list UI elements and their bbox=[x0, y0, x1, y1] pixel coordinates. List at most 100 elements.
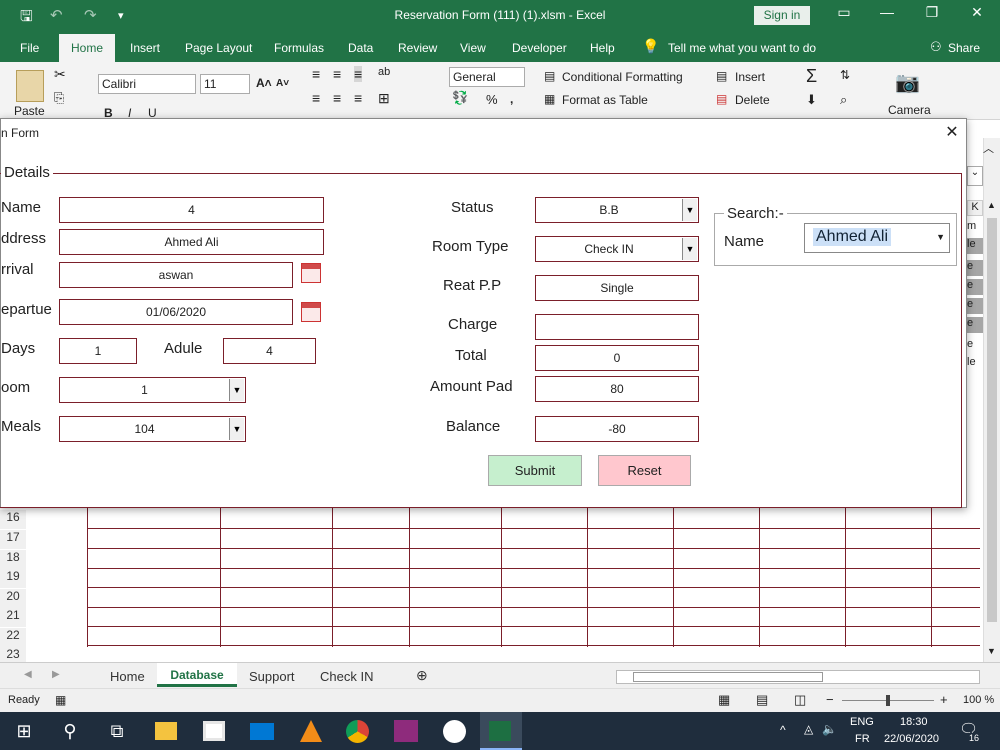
language-top[interactable]: ENG bbox=[850, 716, 874, 728]
merge-icon[interactable]: ⊞ bbox=[378, 90, 390, 107]
volume-icon[interactable]: 🔈 bbox=[822, 722, 837, 736]
hscroll-thumb[interactable] bbox=[633, 672, 823, 682]
minimize-button[interactable]: — bbox=[867, 4, 907, 20]
percent-icon[interactable]: % bbox=[486, 92, 498, 107]
find-icon[interactable]: ⌕ bbox=[840, 92, 847, 108]
tab-review[interactable]: Review bbox=[398, 41, 437, 55]
room-type-select[interactable]: Check IN ▼ bbox=[535, 236, 699, 262]
charge-field[interactable] bbox=[535, 314, 699, 340]
cell[interactable]: e bbox=[967, 317, 983, 333]
camera-label[interactable]: Camera bbox=[888, 103, 931, 117]
insert-icon[interactable]: ▤ bbox=[716, 69, 727, 83]
file-explorer-icon[interactable] bbox=[155, 722, 177, 740]
fill-icon[interactable]: ⬇ bbox=[806, 92, 817, 108]
search-icon[interactable]: ⚲ bbox=[58, 720, 82, 742]
align-bottom-icon[interactable]: ≡ bbox=[354, 66, 363, 82]
delete-icon[interactable]: ▤ bbox=[716, 92, 727, 106]
show-hidden-icons[interactable]: ^ bbox=[780, 723, 786, 737]
font-size-select[interactable]: 11 bbox=[200, 74, 250, 94]
collapse-ribbon-icon[interactable]: ︿ bbox=[983, 140, 994, 156]
tab-developer[interactable]: Developer bbox=[512, 41, 567, 55]
row-number[interactable]: 17 bbox=[0, 530, 26, 549]
zoom-level[interactable]: 100 % bbox=[963, 694, 994, 706]
sort-filter-icon[interactable]: ⇅ bbox=[840, 68, 850, 82]
row-number[interactable]: 16 bbox=[0, 510, 26, 529]
scroll-down-icon[interactable]: ▼ bbox=[987, 646, 996, 656]
normal-view-icon[interactable]: ▦ bbox=[718, 692, 730, 708]
row-number[interactable]: 22 bbox=[0, 628, 26, 647]
tab-help[interactable]: Help bbox=[590, 41, 615, 55]
conditional-formatting-icon[interactable]: ▤ bbox=[544, 69, 555, 83]
address-field[interactable]: Ahmed Ali bbox=[59, 229, 324, 255]
macro-record-icon[interactable]: ▦ bbox=[55, 693, 66, 707]
winrar-icon[interactable] bbox=[394, 720, 418, 742]
copy-icon[interactable]: ⎘ bbox=[54, 90, 64, 106]
vertical-scrollbar[interactable]: ▲ ▼ bbox=[983, 138, 1000, 662]
align-right-icon[interactable]: ≡ bbox=[354, 90, 362, 106]
tab-insert[interactable]: Insert bbox=[130, 41, 160, 55]
row-number[interactable]: 19 bbox=[0, 569, 26, 588]
next-sheet-icon[interactable]: ▶ bbox=[52, 669, 60, 680]
tab-file[interactable]: File bbox=[20, 41, 39, 55]
task-view-icon[interactable]: ⧉ bbox=[105, 720, 129, 742]
reset-button[interactable]: Reset bbox=[598, 455, 691, 486]
language-bottom[interactable]: FR bbox=[855, 733, 870, 745]
cell[interactable]: le bbox=[967, 356, 983, 372]
ribbon-display-icon[interactable]: ▭ bbox=[824, 4, 864, 21]
clock-app-icon[interactable] bbox=[443, 720, 466, 743]
chevron-down-icon[interactable]: ▼ bbox=[229, 379, 244, 401]
row-number[interactable]: 21 bbox=[0, 608, 26, 627]
delete-button[interactable]: Delete bbox=[735, 93, 770, 107]
name-box-dropdown-icon[interactable]: ⌄ bbox=[967, 166, 983, 186]
tab-home[interactable]: Home bbox=[59, 34, 115, 62]
status-select[interactable]: B.B ▼ bbox=[535, 197, 699, 223]
accounting-icon[interactable]: 💱 bbox=[452, 90, 468, 106]
windows-start-icon[interactable]: ⊞ bbox=[12, 720, 36, 742]
align-center-icon[interactable]: ≡ bbox=[333, 90, 341, 106]
align-left-icon[interactable]: ≡ bbox=[312, 90, 320, 106]
chrome-icon[interactable] bbox=[346, 720, 369, 743]
adule-field[interactable]: 4 bbox=[223, 338, 316, 364]
departure-field[interactable]: 01/06/2020 bbox=[59, 299, 293, 325]
store-icon[interactable] bbox=[203, 721, 225, 741]
tab-formulas[interactable]: Formulas bbox=[274, 41, 324, 55]
mail-icon[interactable] bbox=[250, 723, 274, 740]
horizontal-scrollbar[interactable] bbox=[616, 670, 980, 684]
sign-in-button[interactable]: Sign in bbox=[754, 6, 810, 25]
orientation-icon[interactable]: ab bbox=[378, 66, 390, 78]
scroll-up-icon[interactable]: ▲ bbox=[987, 200, 996, 210]
zoom-slider-thumb[interactable] bbox=[886, 695, 890, 706]
cell[interactable]: m bbox=[967, 220, 983, 236]
align-top-icon[interactable]: ≡ bbox=[312, 66, 320, 82]
share-button[interactable]: Share bbox=[948, 41, 980, 55]
number-format-select[interactable]: General bbox=[449, 67, 525, 87]
room-select[interactable]: 1 ▼ bbox=[59, 377, 246, 403]
zoom-in-icon[interactable]: + bbox=[940, 692, 948, 707]
cell[interactable]: e bbox=[967, 279, 983, 295]
clock-date[interactable]: 22/06/2020 bbox=[884, 733, 939, 745]
format-table-icon[interactable]: ▦ bbox=[544, 92, 555, 106]
chevron-down-icon[interactable]: ▼ bbox=[682, 238, 697, 260]
zoom-out-icon[interactable]: − bbox=[826, 692, 834, 707]
search-name-select[interactable]: Ahmed Ali ▼ bbox=[804, 223, 950, 253]
font-name-select[interactable]: Calibri bbox=[98, 74, 196, 94]
chevron-down-icon[interactable]: ▼ bbox=[229, 418, 244, 440]
balance-field[interactable]: -80 bbox=[535, 416, 699, 442]
align-middle-icon[interactable]: ≡ bbox=[333, 66, 341, 82]
amount-pad-field[interactable]: 80 bbox=[535, 376, 699, 402]
new-sheet-icon[interactable]: ⊕ bbox=[416, 667, 428, 684]
chevron-down-icon[interactable]: ▼ bbox=[682, 199, 697, 221]
cell[interactable]: e bbox=[967, 260, 983, 276]
row-number[interactable]: 23 bbox=[0, 647, 26, 662]
chevron-down-icon[interactable]: ▼ bbox=[936, 232, 945, 242]
comma-icon[interactable]: , bbox=[510, 92, 513, 106]
cell[interactable]: le bbox=[967, 238, 983, 254]
tab-data[interactable]: Data bbox=[348, 41, 373, 55]
autosum-icon[interactable]: Σ bbox=[806, 66, 817, 87]
paste-icon[interactable] bbox=[16, 70, 44, 102]
cell[interactable]: e bbox=[967, 338, 983, 354]
tell-me-search[interactable]: Tell me what you want to do bbox=[668, 41, 816, 55]
column-header-k[interactable]: K bbox=[967, 200, 983, 216]
arrival-field[interactable]: aswan bbox=[59, 262, 293, 288]
sheet-tab-home[interactable]: Home bbox=[110, 669, 145, 684]
